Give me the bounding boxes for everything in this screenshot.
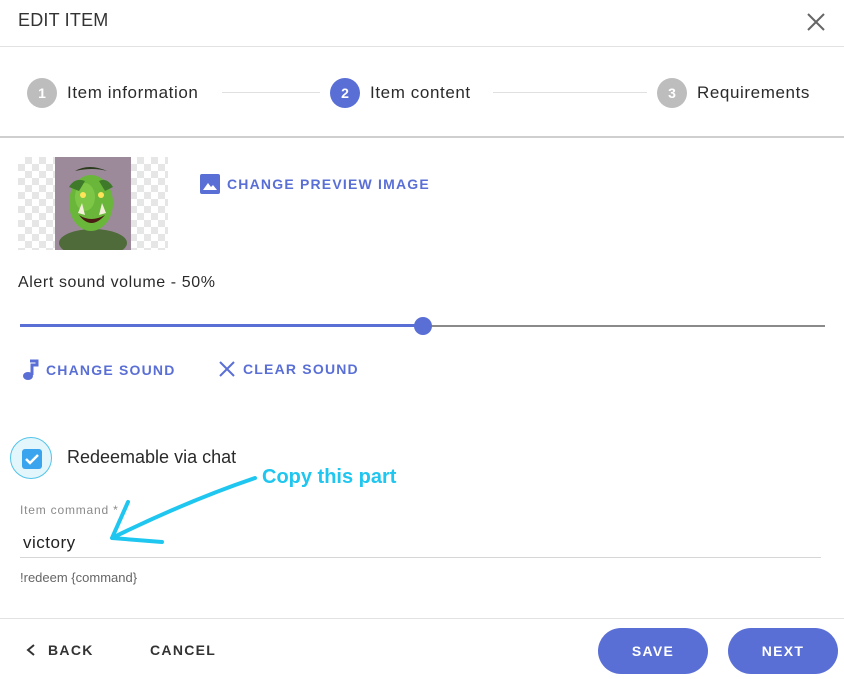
next-label: NEXT <box>761 643 805 659</box>
redeemable-label: Redeemable via chat <box>67 447 237 467</box>
step-connector <box>222 92 320 93</box>
change-preview-image-button[interactable]: CHANGE PREVIEW IMAGE <box>199 173 430 195</box>
dialog-title: EDIT ITEM <box>18 10 109 30</box>
item-command-input[interactable] <box>20 528 821 558</box>
save-label: SAVE <box>631 643 675 659</box>
change-sound-label: CHANGE SOUND <box>46 362 176 378</box>
slider-thumb[interactable] <box>413 317 432 335</box>
command-hint: !redeem {command} <box>20 570 138 585</box>
preview-image-frame <box>18 157 168 250</box>
cancel-button[interactable]: CANCEL <box>150 642 216 658</box>
step-connector <box>493 92 647 93</box>
step-label: Item content <box>370 83 471 102</box>
dialog-footer: BACK CANCEL SAVE NEXT <box>0 618 844 679</box>
step-number: 1 <box>27 78 57 108</box>
clear-sound-label: CLEAR SOUND <box>243 361 359 377</box>
image-icon <box>200 174 220 194</box>
back-label: BACK <box>48 642 94 658</box>
step-label: Requirements <box>697 83 811 102</box>
stepper: 1 Item information 2 Item content 3 Requ… <box>0 48 844 138</box>
redeemable-checkbox[interactable] <box>10 437 52 479</box>
step-label: Item information <box>67 83 199 102</box>
step-item-content[interactable]: 2 Item content <box>330 78 471 108</box>
check-icon <box>25 454 39 465</box>
volume-slider[interactable] <box>20 316 825 336</box>
cancel-label: CANCEL <box>150 642 217 658</box>
volume-label: Alert sound volume - 50% <box>18 274 216 291</box>
change-sound-button[interactable]: CHANGE SOUND <box>22 359 176 381</box>
next-button[interactable]: NEXT <box>728 628 838 674</box>
command-field-label: Item command * <box>20 503 119 517</box>
step-item-information[interactable]: 1 Item information <box>27 78 198 108</box>
annotation-text: Copy this part <box>262 466 397 488</box>
dialog-header: EDIT ITEM <box>0 0 844 47</box>
change-preview-image-label: CHANGE PREVIEW IMAGE <box>227 176 430 192</box>
step-requirements[interactable]: 3 Requirements <box>657 78 810 108</box>
slider-fill <box>20 324 423 327</box>
orc-preview-image <box>55 157 131 250</box>
save-button[interactable]: SAVE <box>598 628 708 674</box>
clear-sound-button[interactable]: CLEAR SOUND <box>217 359 359 379</box>
music-note-icon <box>23 359 39 380</box>
back-button[interactable]: BACK <box>24 642 94 658</box>
close-icon[interactable] <box>804 10 828 34</box>
clear-icon <box>219 361 235 377</box>
chevron-left-icon <box>26 644 35 656</box>
checkbox-box <box>22 449 42 469</box>
step-number: 3 <box>657 78 687 108</box>
step-number: 2 <box>330 78 360 108</box>
